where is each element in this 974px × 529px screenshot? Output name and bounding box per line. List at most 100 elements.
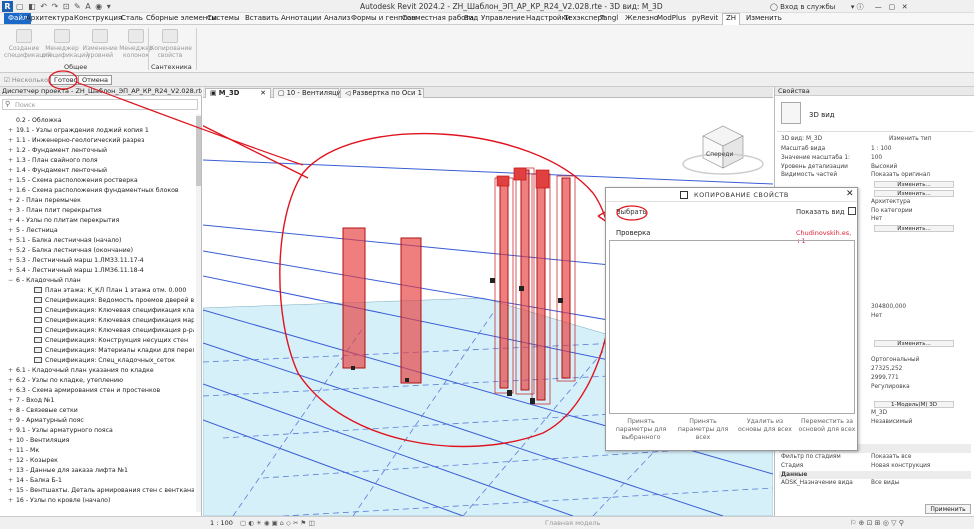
browser-item[interactable]: +1.2 - Фундамент ленточный: [8, 146, 194, 156]
property-row[interactable]: ADSK_Назначение вида Все виды: [779, 479, 971, 488]
expand-icon[interactable]: +: [8, 396, 16, 406]
browser-item[interactable]: +12 - Козырек: [8, 456, 194, 466]
menu-tab-20[interactable]: Изменить: [746, 14, 782, 22]
browser-item[interactable]: +9 - Арматурный пояс: [8, 416, 194, 426]
tab-m-3d[interactable]: ▣ M_3D ✕: [205, 88, 271, 98]
browser-item[interactable]: +4 - Узлы по плитам перекрытия: [8, 216, 194, 226]
browser-item[interactable]: +5.2 - Балка лестничная (окончание): [8, 246, 194, 256]
edit-button[interactable]: Изменить...: [874, 181, 954, 189]
edit-type-button[interactable]: Изменить тип: [889, 135, 932, 144]
expand-icon[interactable]: +: [8, 366, 16, 376]
remove-host-all-button[interactable]: Удалить из основы для всех: [736, 418, 794, 434]
expand-icon[interactable]: +: [8, 426, 16, 436]
expand-icon[interactable]: +: [8, 246, 16, 256]
expand-icon[interactable]: +: [8, 226, 16, 236]
browser-item[interactable]: +5 - Лестница: [8, 226, 194, 236]
property-row[interactable]: Масштаб вида 1 : 100: [779, 145, 971, 154]
menu-tab-6[interactable]: Вставить: [245, 14, 279, 22]
expand-icon[interactable]: +: [8, 136, 16, 146]
expand-icon[interactable]: +: [8, 406, 16, 416]
expand-icon[interactable]: +: [8, 456, 16, 466]
menu-tab-1[interactable]: Архитектура: [26, 14, 74, 22]
pick-button[interactable]: Выбрать: [616, 208, 647, 216]
tab-ventilation[interactable]: ▢ 10 - Вентиляция: [273, 88, 345, 98]
type-selector[interactable]: 3D вид: [777, 98, 973, 132]
browser-item[interactable]: +9.1 - Узлы арматурного пояса: [8, 426, 194, 436]
browser-item[interactable]: Спецификация: Ключевая спецификация р-ра: [26, 326, 194, 336]
browser-item[interactable]: +1.1 - Инженерно-геологический разрез: [8, 136, 194, 146]
tab-elevation-axis-1[interactable]: ◁ Развертка по Оси 1: [340, 88, 424, 98]
expand-icon[interactable]: +: [8, 446, 16, 456]
property-value[interactable]: Регулировка: [871, 383, 910, 392]
edit-button[interactable]: 1-Модель(М) 3D: [874, 401, 954, 409]
browser-item[interactable]: Спецификация: Ключевая спецификация марк…: [26, 316, 194, 326]
expand-icon[interactable]: +: [8, 236, 16, 246]
close-icon[interactable]: ✕: [260, 89, 266, 98]
browser-item[interactable]: +11 - Мк: [8, 446, 194, 456]
browser-item[interactable]: +14 - Балка Б-1: [8, 476, 194, 486]
menu-tab-11[interactable]: Вид: [464, 14, 478, 22]
edit-button[interactable]: Изменить...: [874, 225, 954, 233]
browser-item[interactable]: +6.2 - Узлы по кладке, утеплению: [8, 376, 194, 386]
expand-icon[interactable]: +: [8, 416, 16, 426]
view-control-icons[interactable]: ▢ ◐ ☀ ◉ ▣ ⌂ ◇ ✂ ⚑ ◫: [240, 519, 315, 527]
property-row[interactable]: Стадия Новая конструкция: [779, 462, 971, 471]
browser-item[interactable]: +8 - Связевые сетки: [8, 406, 194, 416]
browser-item[interactable]: +1.3 - План свайного поля: [8, 156, 194, 166]
property-value[interactable]: Нет: [871, 312, 882, 321]
multiple-checkbox[interactable]: ☑ Несколько: [4, 76, 48, 84]
viewcube[interactable]: Спереди: [682, 125, 764, 175]
property-value[interactable]: 27325,252: [871, 365, 902, 374]
menu-tab-5[interactable]: Системы: [207, 14, 239, 22]
browser-item[interactable]: Спецификация: Ключевая спецификация клад…: [26, 306, 194, 316]
expand-icon[interactable]: +: [8, 256, 16, 266]
close-icon[interactable]: ✕: [846, 189, 854, 199]
property-value[interactable]: Все виды: [871, 479, 899, 488]
accept-all-button[interactable]: Принять параметры для всех: [674, 418, 732, 442]
expand-icon[interactable]: +: [8, 266, 16, 276]
view-scale[interactable]: 1 : 100: [210, 519, 233, 527]
browser-item[interactable]: +1.6 - Схема расположения фундаментных б…: [8, 186, 194, 196]
expand-icon[interactable]: +: [8, 376, 16, 386]
browser-item[interactable]: +13 - Данные для заказа лифта №1: [8, 466, 194, 476]
properties-section[interactable]: Данные: [779, 470, 971, 480]
property-row[interactable]: Видимость частей Показать оригинал: [779, 171, 971, 180]
expand-icon[interactable]: −: [8, 276, 16, 286]
show-view-checkbox[interactable]: [848, 207, 856, 215]
menu-tab-12[interactable]: Управление: [481, 14, 525, 22]
menu-tab-19[interactable]: ZH: [722, 13, 741, 25]
browser-item[interactable]: +5.1 - Балка лестничная (начало): [8, 236, 194, 246]
expand-icon[interactable]: +: [8, 466, 16, 476]
browser-item[interactable]: +1.4 - Фундамент ленточный: [8, 166, 194, 176]
expand-icon[interactable]: +: [8, 496, 16, 506]
property-value[interactable]: Нет: [871, 215, 882, 224]
property-value[interactable]: По категории: [871, 207, 913, 216]
property-value[interactable]: Архитектура: [871, 198, 910, 207]
expand-icon[interactable]: +: [8, 186, 16, 196]
menu-tab-3[interactable]: Сталь: [121, 14, 143, 22]
browser-item[interactable]: Спецификация: Материалы кладки для перег…: [26, 346, 194, 356]
property-value[interactable]: Ортогональный: [871, 356, 919, 365]
expand-icon[interactable]: +: [8, 486, 16, 496]
revit-logo[interactable]: R: [2, 1, 13, 12]
property-value[interactable]: Независимый: [871, 418, 912, 427]
edit-button[interactable]: Изменить...: [874, 190, 954, 197]
property-value[interactable]: 2999,771: [871, 374, 899, 383]
cancel-button[interactable]: Отмена: [78, 75, 113, 85]
property-row[interactable]: Фильтр по стадиям Показать все: [779, 453, 971, 462]
browser-item[interactable]: План этажа: К_КЛ План 1 этажа отм. 0.000: [26, 286, 194, 296]
browser-item[interactable]: +16 - Узлы по кровле (начало): [8, 496, 194, 506]
menu-tab-18[interactable]: pyRevit: [692, 14, 718, 22]
window-controls[interactable]: ▾ ⓘ — ▢ ✕: [838, 3, 908, 11]
menu-tab-8[interactable]: Анализ: [324, 14, 350, 22]
expand-icon[interactable]: +: [8, 216, 16, 226]
property-value[interactable]: 304800,000: [871, 303, 906, 312]
expand-icon[interactable]: +: [8, 146, 16, 156]
copy-properties-button[interactable]: Копирование свойств: [150, 29, 192, 59]
browser-item[interactable]: Спецификация: Ведомость проемов дверей в…: [26, 296, 194, 306]
selection-filter-icons[interactable]: ⚐ ⊕ ⊡ ⊞ ◎ ▽ ⚲: [850, 519, 904, 527]
menu-tab-16[interactable]: Железно: [625, 14, 658, 22]
browser-item[interactable]: +6.3 - Схема армирования стен и простенк…: [8, 386, 194, 396]
move-host-all-button[interactable]: Переместить за основой для всех: [798, 418, 856, 434]
expand-icon[interactable]: +: [8, 176, 16, 186]
